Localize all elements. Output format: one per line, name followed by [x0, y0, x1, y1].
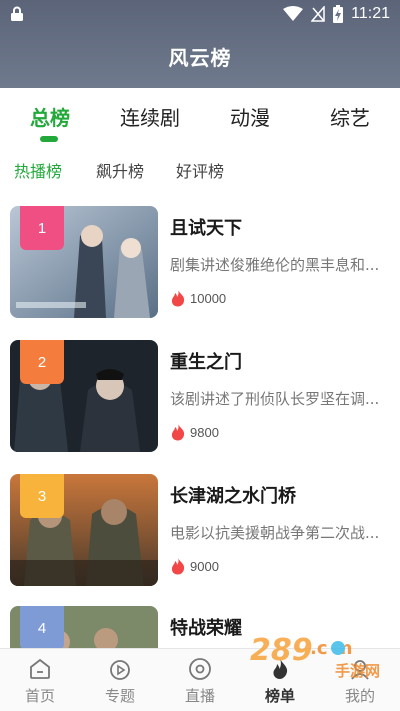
flame-icon — [171, 558, 185, 575]
live-icon — [189, 658, 211, 680]
header-bar: 11:21 风云榜 — [0, 0, 400, 88]
nav-profile[interactable]: 我的 — [320, 649, 400, 711]
item-title: 且试天下 — [170, 218, 242, 239]
item-title: 特战荣耀 — [170, 618, 242, 639]
nav-label: 我的 — [344, 687, 375, 705]
nav-label: 直播 — [184, 687, 215, 705]
heat-value: 10000 — [190, 290, 227, 306]
list-item[interactable]: 1 且试天下 剧集讲述俊雅绝伦的黑丰息和... 10000 — [10, 206, 390, 318]
nav-topics[interactable]: 专题 — [80, 649, 160, 711]
list-item[interactable]: 3 长津湖之水门桥 电影以抗美援朝战争第二次战... 9000 — [10, 474, 390, 586]
heat-stat: 9000 — [170, 556, 219, 576]
rank-badge: 2 — [20, 340, 64, 384]
item-description: 剧集讲述俊雅绝伦的黑丰息和... — [170, 256, 380, 274]
nav-label: 榜单 — [264, 687, 295, 705]
nav-label: 首页 — [24, 687, 55, 705]
heat-value: 9800 — [190, 424, 219, 440]
flame-icon — [171, 424, 185, 441]
rank-badge: 3 — [20, 474, 64, 518]
no-signal-icon — [311, 6, 325, 22]
subtab-top-rated[interactable]: 好评榜 — [176, 158, 224, 182]
list-item[interactable]: 2 重生之门 该剧讲述了刑侦队长罗坚在调... 9800 — [10, 340, 390, 452]
nav-ranking[interactable]: 榜单 — [240, 649, 320, 711]
status-bar: 11:21 — [0, 0, 400, 28]
nav-home[interactable]: 首页 — [0, 649, 80, 711]
nav-label: 专题 — [104, 687, 135, 705]
category-tabs: 总榜 连续剧 动漫 综艺 — [0, 88, 400, 146]
lock-icon — [11, 6, 23, 21]
bottom-navigation: 首页 专题 直播 榜单 我的 — [0, 648, 400, 711]
heat-stat: 9800 — [170, 422, 219, 442]
rank-badge: 1 — [20, 206, 64, 250]
tab-series[interactable]: 连续剧 — [100, 102, 200, 131]
heat-stat: 10000 — [170, 288, 226, 308]
flame-icon — [171, 290, 185, 307]
nav-live[interactable]: 直播 — [160, 649, 240, 711]
topic-icon — [110, 660, 130, 680]
home-icon — [30, 658, 50, 679]
heat-value: 9000 — [190, 558, 219, 574]
tab-variety[interactable]: 综艺 — [300, 102, 400, 131]
subtab-hot[interactable]: 热播榜 — [14, 158, 62, 182]
rank-icon — [273, 659, 288, 679]
item-title: 长津湖之水门桥 — [170, 486, 296, 507]
item-description: 该剧讲述了刑侦队长罗坚在调... — [170, 390, 380, 408]
rank-badge: 4 — [20, 606, 64, 650]
page-title: 风云榜 — [168, 46, 232, 70]
battery-charging-icon — [333, 5, 344, 23]
profile-icon — [351, 660, 369, 680]
wifi-icon — [283, 6, 304, 21]
status-time: 11:21 — [351, 5, 390, 22]
tab-overall[interactable]: 总榜 — [0, 102, 100, 131]
tab-indicator — [40, 136, 58, 142]
ranking-subtabs: 热播榜 飙升榜 好评榜 — [0, 150, 400, 190]
item-description: 电影以抗美援朝战争第二次战... — [170, 524, 380, 542]
item-title: 重生之门 — [170, 352, 242, 373]
tab-anime[interactable]: 动漫 — [200, 102, 300, 131]
subtab-rising[interactable]: 飙升榜 — [96, 158, 144, 182]
